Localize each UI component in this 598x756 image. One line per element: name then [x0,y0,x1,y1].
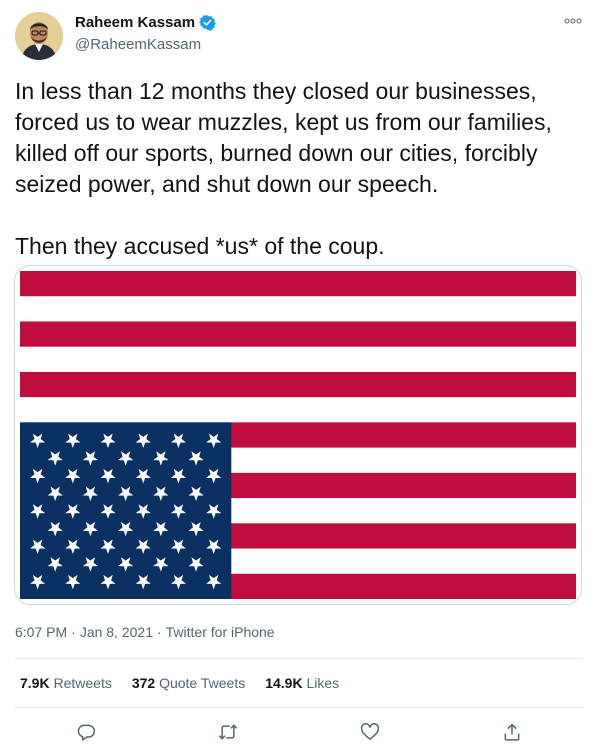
tweet-time[interactable]: 6:07 PM [15,624,67,640]
tweet-date[interactable]: Jan 8, 2021 [80,624,153,640]
tweet-paragraph-1: In less than 12 months they closed our b… [15,78,552,197]
quote-tweets-label: Quote Tweets [159,675,246,691]
divider [15,658,583,659]
flag-stripe [20,346,576,373]
likes-count: 14.9K [265,675,303,691]
share-icon[interactable] [498,718,526,746]
like-icon[interactable] [356,718,384,746]
flag-stripe [20,321,576,348]
meta-separator: · [156,624,162,640]
quote-tweets-count: 372 [131,675,156,691]
retweets-label: Retweets [53,675,112,691]
likes-stat[interactable]: 14.9K Likes [265,675,339,691]
tweet-card: Raheem Kassam @RaheemKassam In less than… [0,0,598,756]
flag-canton [20,422,232,599]
tweet-meta: 6:07 PM · Jan 8, 2021 · Twitter for iPho… [15,624,275,640]
tweet-stats: 7.9K Retweets 372 Quote Tweets 14.9K Lik… [20,675,339,691]
divider [15,707,583,708]
flag-stripe [20,296,576,322]
flag-stripe [20,271,576,297]
tweet-paragraph-2: Then they accused *us* of the coup. [15,233,385,259]
author-name-row[interactable]: Raheem Kassam [75,14,217,31]
retweet-icon[interactable] [214,718,242,746]
flag-stripe [20,371,576,398]
tweet-text: In less than 12 months they closed our b… [15,76,575,262]
meta-separator: · [71,624,76,640]
author-display-name[interactable]: Raheem Kassam [75,14,195,31]
flag-stripe [20,397,576,423]
author-handle[interactable]: @RaheemKassam [75,36,201,53]
upside-down-us-flag [20,271,576,599]
more-options-icon[interactable] [562,14,584,28]
tweet-source[interactable]: Twitter for iPhone [166,624,275,640]
reply-icon[interactable] [72,718,100,746]
tweet-actions [15,712,583,752]
verified-badge-icon [199,14,217,31]
retweets-count: 7.9K [20,675,50,691]
retweets-stat[interactable]: 7.9K Retweets [20,675,112,691]
quote-tweets-stat[interactable]: 372 Quote Tweets [132,675,245,691]
avatar[interactable] [15,12,63,60]
likes-label: Likes [306,675,340,691]
tweet-media[interactable] [14,265,582,605]
avatar-image [15,12,63,60]
